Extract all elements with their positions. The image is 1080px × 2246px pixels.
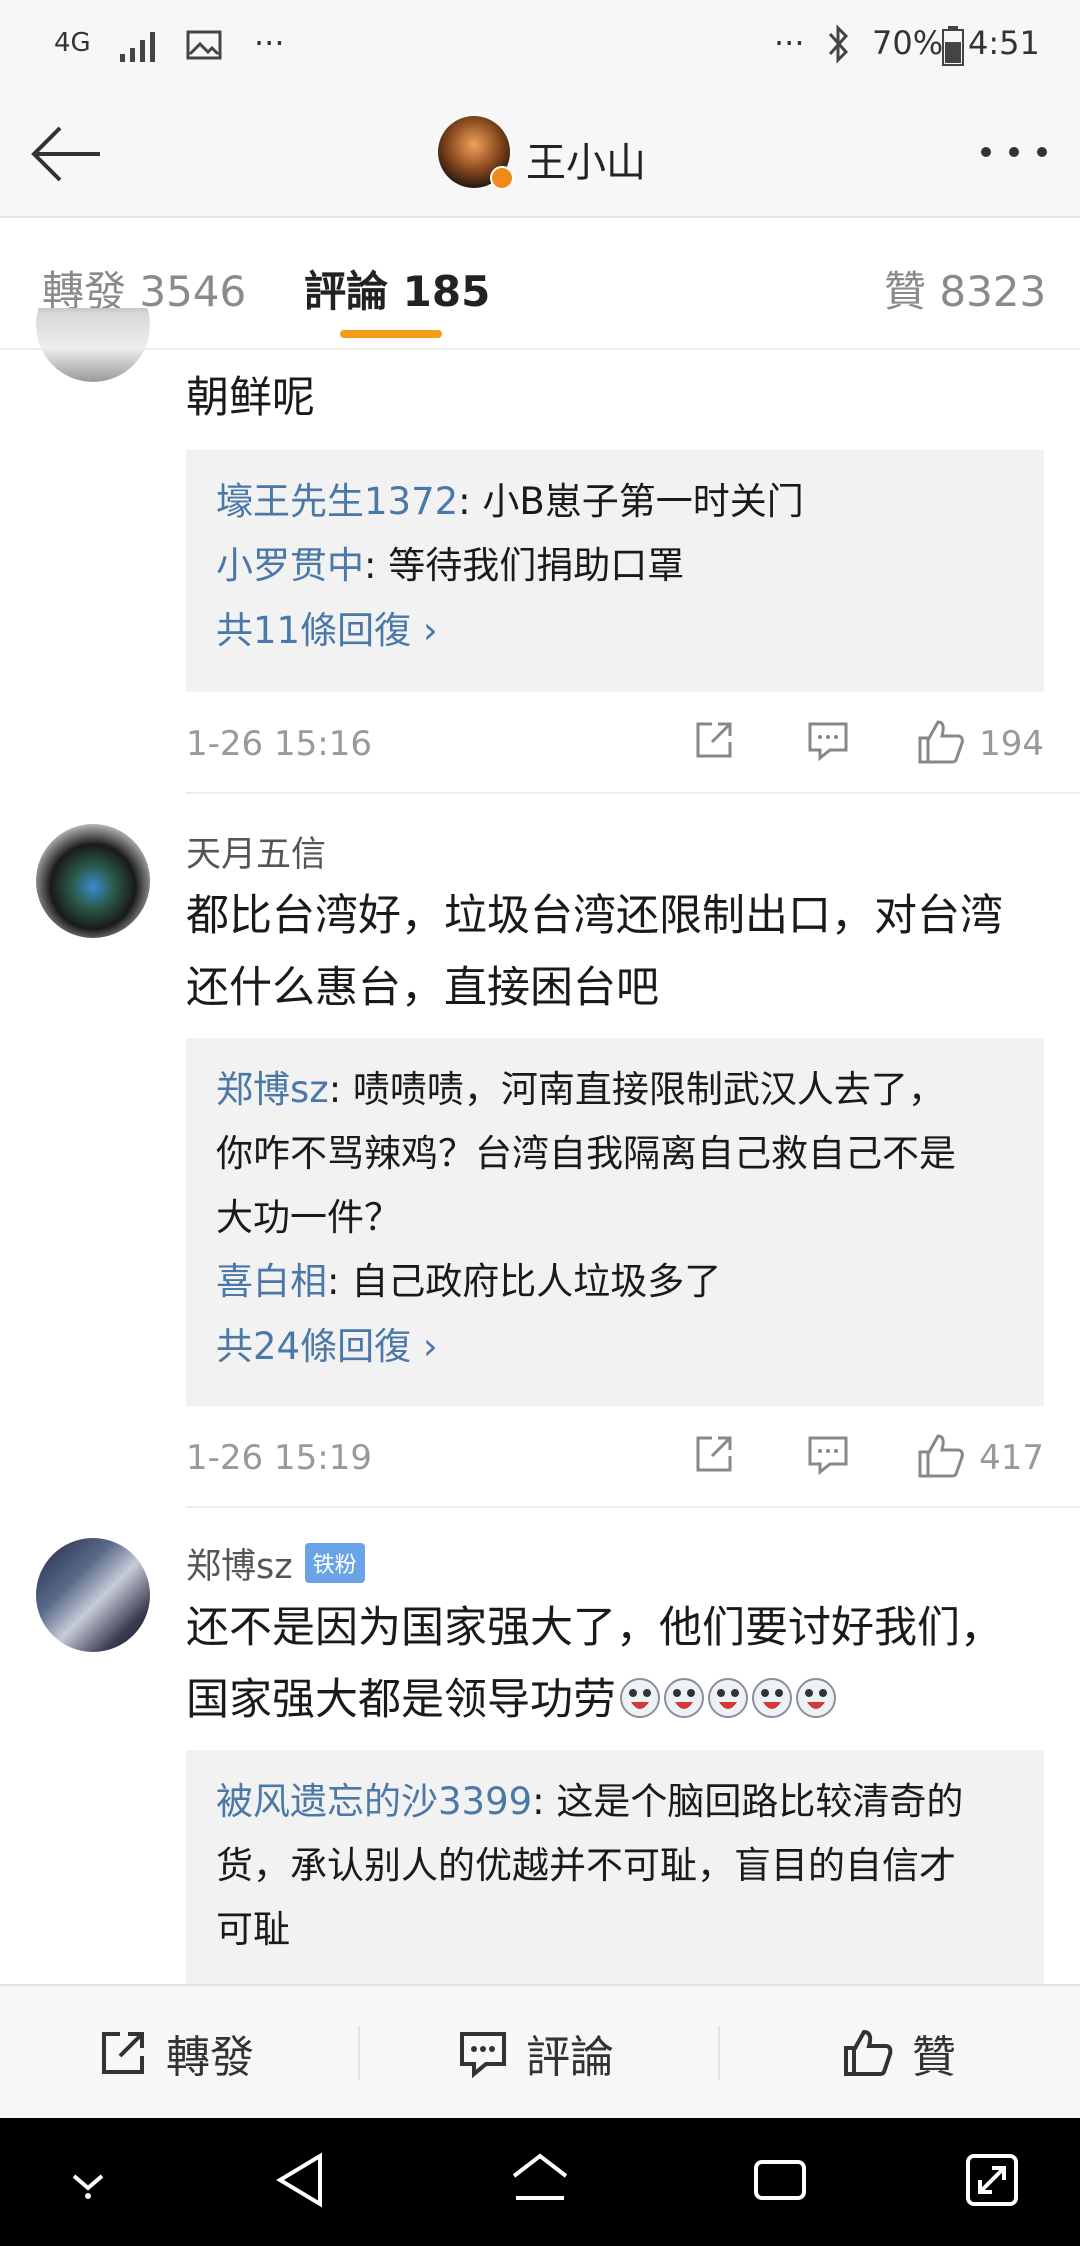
tab-likes[interactable]: 贊 8323 <box>884 258 1046 319</box>
fan-badge: 铁粉 <box>304 1543 365 1583</box>
emoji-row <box>618 1670 838 1742</box>
reply-item[interactable]: 小罗贯中: 等待我们捐助口罩 <box>216 534 1014 598</box>
status-bar: 4G ··· ··· 70% 4:51 <box>0 0 1080 90</box>
commenter-username[interactable]: 天月五信 <box>186 826 326 877</box>
home-icon[interactable] <box>510 2152 570 2208</box>
reply-username[interactable]: 被风遗忘的沙3399 <box>216 1780 532 1823</box>
commenter-username-text[interactable]: 郑博sz <box>186 1547 293 1587</box>
view-all-replies-link[interactable]: 共11條回復 › <box>216 598 1014 664</box>
clock: 4:51 <box>968 24 1040 62</box>
back-arrow-icon[interactable] <box>28 124 104 184</box>
reply-text: : 自己政府比人垃圾多了 <box>327 1260 722 1303</box>
comment-text-line: 还什么惠台，直接困台吧 <box>186 963 659 1013</box>
like-button[interactable]: 贊 <box>842 1986 956 2120</box>
reply-item[interactable]: 郑博sz: 啧啧啧，河南直接限制武汉人去了， 你咋不骂辣鸡？台湾自我隔离自己救自… <box>216 1058 1014 1250</box>
comment-text: 朝鲜呢 <box>186 373 315 423</box>
comment-time: 1-26 15:19 <box>186 1438 372 1478</box>
chevron-down-icon[interactable] <box>66 2162 110 2202</box>
comment-meta: 1-26 15:19 417 <box>186 1428 1044 1488</box>
bar-separator <box>718 2026 720 2080</box>
reply-username[interactable]: 小罗贯中 <box>216 544 364 587</box>
reply-item[interactable]: 壕王先生1372: 小B崽子第一时关门 <box>216 470 1014 534</box>
reply-text: : 等待我们捐助口罩 <box>364 544 685 587</box>
reply-item[interactable]: 喜白相: 自己政府比人垃圾多了 <box>216 1250 1014 1314</box>
comment-text-line: 还不是因为国家强大了，他们要讨好我们， <box>186 1603 1003 1653</box>
reply-item[interactable]: 被风遗忘的沙3399: 这是个脑回路比较清奇的 货，承认别人的优越并不可耻，盲目… <box>216 1770 1014 1962</box>
comment-text-line: 国家强大都是领导功劳 <box>186 1664 1056 1742</box>
reply-username[interactable]: 喜白相 <box>216 1260 327 1303</box>
like-icon[interactable] <box>916 718 966 766</box>
reply-box: 郑博sz: 啧啧啧，河南直接限制武汉人去了， 你咋不骂辣鸡？台湾自我隔离自己救自… <box>186 1038 1044 1406</box>
like-count: 194 <box>979 724 1044 764</box>
like-count: 417 <box>979 1438 1044 1478</box>
bar-separator <box>358 2026 360 2080</box>
laughing-face-emoji-icon <box>620 1678 660 1718</box>
commenter-avatar[interactable] <box>36 1538 150 1652</box>
signal-icon <box>120 32 155 62</box>
share-icon[interactable] <box>692 1432 736 1476</box>
reply-text: 你咋不骂辣鸡？台湾自我隔离自己救自己不是 <box>216 1132 956 1175</box>
comment-divider <box>186 1506 1080 1508</box>
active-tab-indicator <box>340 330 442 338</box>
rotate-screen-icon[interactable] <box>964 2152 1020 2208</box>
status-more: ··· <box>774 24 805 62</box>
laughing-face-emoji-icon <box>796 1678 836 1718</box>
repost-label: 轉發 <box>166 2032 254 2083</box>
tab-bar: 轉發 3546 評論 185 贊 8323 <box>0 218 1080 350</box>
view-all-replies-link[interactable]: 共24條回復 › <box>216 1314 1014 1380</box>
verified-badge <box>490 166 514 190</box>
comment-icon[interactable] <box>806 718 850 762</box>
system-navigation-bar <box>0 2118 1080 2246</box>
comment-icon[interactable] <box>806 1432 850 1476</box>
reply-text: 货，承认别人的优越并不可耻，盲目的自信才 <box>216 1844 956 1887</box>
reply-username[interactable]: 郑博sz <box>216 1068 329 1111</box>
reply-box: 壕王先生1372: 小B崽子第一时关门 小罗贯中: 等待我们捐助口罩 共11條回… <box>186 450 1044 692</box>
reply-text: 可耻 <box>216 1908 290 1951</box>
reply-text: : 啧啧啧，河南直接限制武汉人去了， <box>328 1068 945 1111</box>
bottom-action-bar: 轉發 評論 贊 <box>0 1984 1080 2118</box>
commenter-username[interactable]: 郑博sz 铁粉 <box>186 1538 365 1589</box>
repost-icon <box>102 2032 144 2074</box>
laughing-face-emoji-icon <box>752 1678 792 1718</box>
comment-divider <box>186 792 1080 794</box>
bluetooth-icon <box>828 24 849 64</box>
reply-box: 被风遗忘的沙3399: 这是个脑回路比较清奇的 货，承认别人的优越并不可耻，盲目… <box>186 1750 1044 1984</box>
battery-percent: 70% <box>872 24 944 62</box>
reply-text: 大功一件？ <box>216 1196 401 1239</box>
image-icon <box>186 30 222 60</box>
share-icon[interactable] <box>692 718 736 762</box>
battery-icon <box>942 26 964 66</box>
repost-button[interactable]: 轉發 <box>98 1986 254 2120</box>
comment-meta: 1-26 15:16 194 <box>186 714 1044 774</box>
reply-username[interactable]: 壕王先生1372 <box>216 480 458 523</box>
more-options-icon[interactable] <box>978 144 1050 160</box>
like-label: 贊 <box>912 2032 956 2083</box>
comment-text-span: 国家强大都是领导功劳 <box>186 1675 616 1725</box>
commenter-avatar[interactable] <box>36 824 150 938</box>
comment-text: 还不是因为国家强大了，他们要讨好我们， 国家强大都是领导功劳 <box>186 1592 1056 1742</box>
laughing-face-emoji-icon <box>708 1678 748 1718</box>
laughing-face-emoji-icon <box>664 1678 704 1718</box>
reply-text: : 小B崽子第一时关门 <box>458 480 804 523</box>
recent-apps-icon[interactable] <box>752 2152 808 2208</box>
comment-label: 評論 <box>526 2032 614 2083</box>
top-nav: 王小山 <box>0 90 1080 218</box>
back-icon[interactable] <box>274 2152 326 2208</box>
comment-button[interactable]: 評論 <box>458 1986 614 2120</box>
notification-more: ··· <box>254 24 285 62</box>
comment-icon <box>460 2032 506 2078</box>
comment-text-line: 都比台湾好，垃圾台湾还限制出口，对台湾 <box>186 891 1003 941</box>
like-icon[interactable] <box>916 1432 966 1480</box>
like-icon <box>844 2029 893 2076</box>
page-title: 王小山 <box>526 140 646 186</box>
comment-text: 都比台湾好，垃圾台湾还限制出口，对台湾 还什么惠台，直接困台吧 <box>186 880 1056 1024</box>
comment-time: 1-26 15:16 <box>186 724 372 764</box>
tab-comments[interactable]: 評論 185 <box>304 258 490 319</box>
network-indicator: 4G <box>54 28 91 58</box>
reply-text: : 这是个脑回路比较清奇的 <box>532 1780 964 1823</box>
